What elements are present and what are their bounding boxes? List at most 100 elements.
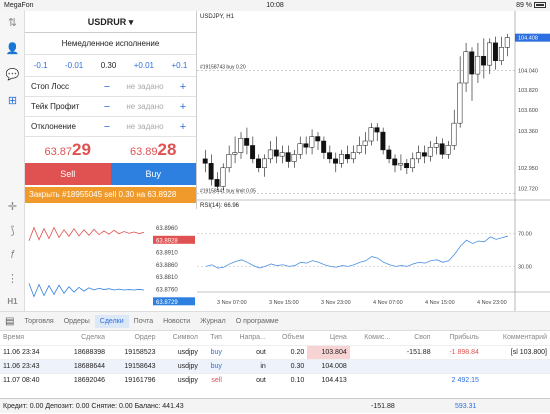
tab-about[interactable]: О программе: [231, 318, 284, 325]
column-header[interactable]: Комментарий: [482, 331, 550, 345]
candle: [439, 143, 445, 155]
candle: [433, 143, 439, 148]
execution-mode[interactable]: Немедленное исполнение: [25, 33, 196, 55]
candle: [291, 154, 297, 162]
column-header[interactable]: Ордер: [108, 331, 158, 345]
column-header[interactable]: Символ: [159, 331, 201, 345]
candle: [208, 163, 214, 180]
candle: [226, 154, 232, 169]
table-cell: [393, 358, 434, 373]
column-header[interactable]: Сделка: [58, 331, 108, 345]
x-tick-label: 3 Nov 15:00: [269, 300, 299, 306]
tab-deals[interactable]: Сделки: [94, 314, 129, 328]
tab-journal[interactable]: Журнал: [195, 318, 231, 325]
ask-price: 63.8928: [130, 140, 177, 159]
tick-label: 63.8960: [156, 226, 178, 232]
column-header[interactable]: Тип: [201, 331, 225, 345]
plus-icon[interactable]: +: [176, 81, 190, 93]
table-row[interactable]: 11.06 23:43 18688644 19158643 usdjpy buy in 0.…: [0, 358, 550, 373]
plus-icon[interactable]: +: [176, 101, 190, 113]
volume-value[interactable]: 0.30: [101, 61, 117, 70]
minus-icon[interactable]: −: [100, 101, 114, 113]
table-cell: 103.804: [307, 344, 350, 359]
tick-chart: 63.8960 63.8928 63.8910 63.8860 63.8810 63.87…: [25, 209, 197, 311]
table-cell: usdjpy: [158, 344, 201, 359]
tab-orders[interactable]: Ордеры: [59, 318, 95, 325]
indicator-icon[interactable]: 𝑓: [4, 247, 21, 264]
table-cell: -1 898.84: [433, 344, 482, 359]
objects-icon[interactable]: ⟆: [4, 223, 21, 240]
deviation-input[interactable]: не задано: [114, 122, 176, 131]
lines-icon[interactable]: ⋮: [4, 271, 21, 288]
table-cell: 11.07 08:40: [0, 372, 58, 387]
candle: [421, 152, 427, 157]
tick-chart-bg: [25, 209, 197, 311]
table-cell: usdjpy: [158, 372, 201, 387]
column-header[interactable]: Напра...: [225, 331, 269, 345]
plus-icon[interactable]: +: [176, 121, 190, 133]
table-cell: 0.20: [268, 344, 308, 359]
rsi-tick: 70.00: [518, 232, 532, 238]
table-row[interactable]: 11.06 23:34 18688398 19158523 usdjpy buy out 0…: [0, 344, 550, 359]
column-header[interactable]: Цена: [307, 331, 350, 345]
take-profit-input[interactable]: не задано: [114, 102, 176, 111]
total-profit: 593.31: [455, 403, 477, 410]
table-cell: [481, 372, 550, 387]
column-header[interactable]: Объем: [269, 331, 307, 345]
candle: [469, 51, 475, 75]
tab-trade[interactable]: Торговля: [19, 318, 58, 325]
limit-label: #19158441 buy limit 0.05: [200, 189, 256, 195]
sell-button[interactable]: Sell: [25, 163, 111, 185]
x-tick-label: 4 Nov 15:00: [425, 300, 455, 306]
candle: [256, 158, 261, 169]
candle: [392, 158, 398, 166]
candle: [214, 179, 220, 187]
candle: [492, 42, 498, 61]
bid-price: 63.8729: [44, 140, 91, 159]
vol-minus-small[interactable]: -0.01: [65, 61, 83, 70]
candle: [427, 146, 433, 157]
candle: [232, 152, 238, 155]
status-bar: MegaFon 10:08 89 %: [0, 0, 550, 11]
symbol-selector[interactable]: USDRUR ▾: [25, 11, 196, 33]
vol-plus-small[interactable]: +0.01: [134, 61, 154, 70]
buy-button[interactable]: Buy: [110, 163, 196, 185]
y-tick-label: 103.360: [518, 129, 538, 135]
tab-news[interactable]: Новости: [158, 318, 195, 325]
candle: [445, 145, 451, 155]
x-tick-label: 3 Nov 07:00: [217, 300, 247, 306]
table-cell: 0.30: [268, 358, 308, 373]
minus-icon[interactable]: −: [100, 81, 114, 93]
table-cell: 104.413: [307, 372, 350, 387]
column-header[interactable]: Прибыль: [434, 331, 482, 345]
candle: [261, 158, 267, 169]
column-header[interactable]: Комис...: [350, 331, 393, 345]
quotes-icon[interactable]: ⇅: [4, 15, 21, 32]
candle: [415, 152, 421, 160]
table-cell: 104.008: [307, 358, 350, 373]
vol-minus-large[interactable]: -0.1: [34, 61, 48, 70]
column-header[interactable]: Время: [0, 331, 58, 345]
close-position-button[interactable]: Закрыть #18955045 sell 0.30 на 63.8928: [25, 187, 196, 203]
deals-table: Время Сделка Ордер Символ Тип Напра... Объем Це…: [0, 331, 550, 387]
candle: [504, 37, 510, 48]
take-profit-row: Тейк Профит − не задано +: [25, 97, 196, 117]
bottom-tabs: ▤ Торговля Ордеры Сделки Почта Новости Ж…: [0, 311, 550, 331]
candle: [362, 140, 368, 146]
column-header[interactable]: Своп: [393, 331, 433, 345]
order-label: #19158743 buy 0.20: [200, 65, 246, 71]
tab-mail[interactable]: Почта: [129, 318, 158, 325]
accounts-icon[interactable]: 👤: [4, 41, 21, 58]
candle: [327, 152, 333, 160]
minus-icon[interactable]: −: [100, 121, 114, 133]
candle: [321, 140, 327, 153]
new-order-icon[interactable]: ⊞: [4, 93, 21, 110]
stop-loss-input[interactable]: не задано: [114, 82, 176, 91]
price-chart[interactable]: USDJPY, H1RSI(14): 66.96104.390104.04010…: [197, 11, 550, 311]
timeframe-button[interactable]: H1: [4, 293, 21, 310]
vol-plus-large[interactable]: +0.1: [171, 61, 187, 70]
table-row[interactable]: 11.07 08:40 18692046 19161796 usdjpy sell out…: [0, 372, 550, 387]
chat-icon[interactable]: 💬: [4, 67, 21, 84]
crosshair-icon[interactable]: ✛: [4, 199, 21, 216]
toggle-icon[interactable]: ▤: [0, 316, 19, 327]
